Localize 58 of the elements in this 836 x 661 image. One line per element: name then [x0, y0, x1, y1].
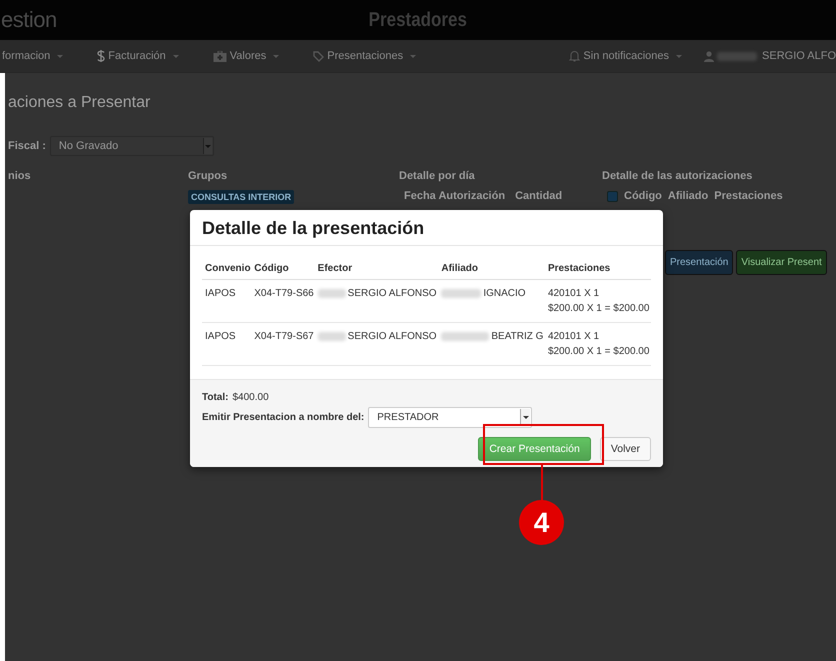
emit-select[interactable]: PRESTADOR	[368, 407, 532, 428]
table-cell: SERGIO ALFONSO	[348, 331, 437, 342]
action-button[interactable]: Visualizar Present	[736, 250, 827, 275]
group-badge: CONSULTAS INTERIOR	[188, 190, 294, 204]
table-cell: X04-T79-S67	[251, 322, 315, 366]
user-menu[interactable]: SERGIO ALFO	[704, 50, 836, 62]
column-title: Detalle de las autorizaciones	[602, 170, 754, 182]
table-cell: SERGIO ALFONSO	[348, 288, 437, 299]
total-label: Total:	[202, 392, 228, 403]
notifications-menu[interactable]: Sin notificaciones	[569, 50, 682, 62]
table-header: Cantidad	[515, 190, 562, 202]
column-header: Prestaciones	[544, 259, 651, 280]
nav-menu-item[interactable]: Valores	[212, 50, 280, 62]
table-header: Fecha Autorización	[404, 190, 506, 202]
back-button[interactable]: Volver	[600, 437, 651, 461]
redacted-text	[318, 288, 346, 298]
table-cell-text: $200.00 X 1 = $200.00	[548, 302, 650, 316]
column-header: Convenio	[202, 259, 252, 280]
logo: estion	[1, 7, 57, 33]
app-title: Prestadores	[368, 8, 468, 32]
leader-line	[541, 463, 543, 501]
action-button[interactable]: Presentación	[665, 250, 734, 275]
tag-icon	[313, 50, 324, 62]
medical-kit-icon	[212, 50, 227, 62]
table-cell: IGNACIO	[483, 288, 526, 299]
bell-icon	[569, 50, 580, 62]
column-title: Detalle por día	[399, 170, 476, 182]
column-title: Grupos	[188, 170, 228, 182]
table-cell: IAPOS	[202, 280, 252, 322]
column-header: Código	[251, 259, 315, 280]
table-cell: X04-T79-S66	[251, 280, 315, 322]
table-cell-text: 420101 X 1	[548, 287, 600, 301]
nav-menu-item[interactable]: Presentaciones	[313, 50, 416, 62]
create-button[interactable]: Crear Presentación	[478, 437, 591, 461]
table-header: Afiliado	[668, 190, 708, 202]
nav-menu-item[interactable]: formacion	[2, 50, 64, 62]
redacted-text	[441, 332, 490, 341]
table-cell-text: 420101 X 1	[548, 330, 600, 344]
nav-menu-item[interactable]: Facturación	[97, 49, 179, 63]
column-title: nios	[8, 170, 32, 182]
column-header: Afiliado	[438, 259, 545, 280]
column-header: Efector	[314, 259, 438, 280]
page-heading: aciones a Presentar	[8, 94, 152, 112]
table-cell: IAPOS	[202, 322, 252, 366]
redacted-text	[441, 288, 482, 298]
fiscal-select[interactable]: No Gravado	[50, 136, 214, 156]
redacted-text	[318, 332, 346, 341]
emit-label: Emitir Presentacion a nombre del:	[202, 412, 364, 423]
fiscal-label: Fiscal :	[8, 140, 46, 152]
table-cell-text: $200.00 X 1 = $200.00	[548, 345, 650, 359]
table-header: Prestaciones	[714, 190, 783, 202]
user-icon	[704, 50, 714, 62]
table-cell: BEATRIZ G	[491, 331, 544, 342]
modal-title: Detalle de la presentación	[190, 210, 663, 246]
dollar-icon	[97, 49, 106, 63]
checkbox[interactable]	[607, 190, 618, 202]
total-value: $400.00	[232, 392, 269, 403]
table-header: Código	[624, 190, 662, 202]
